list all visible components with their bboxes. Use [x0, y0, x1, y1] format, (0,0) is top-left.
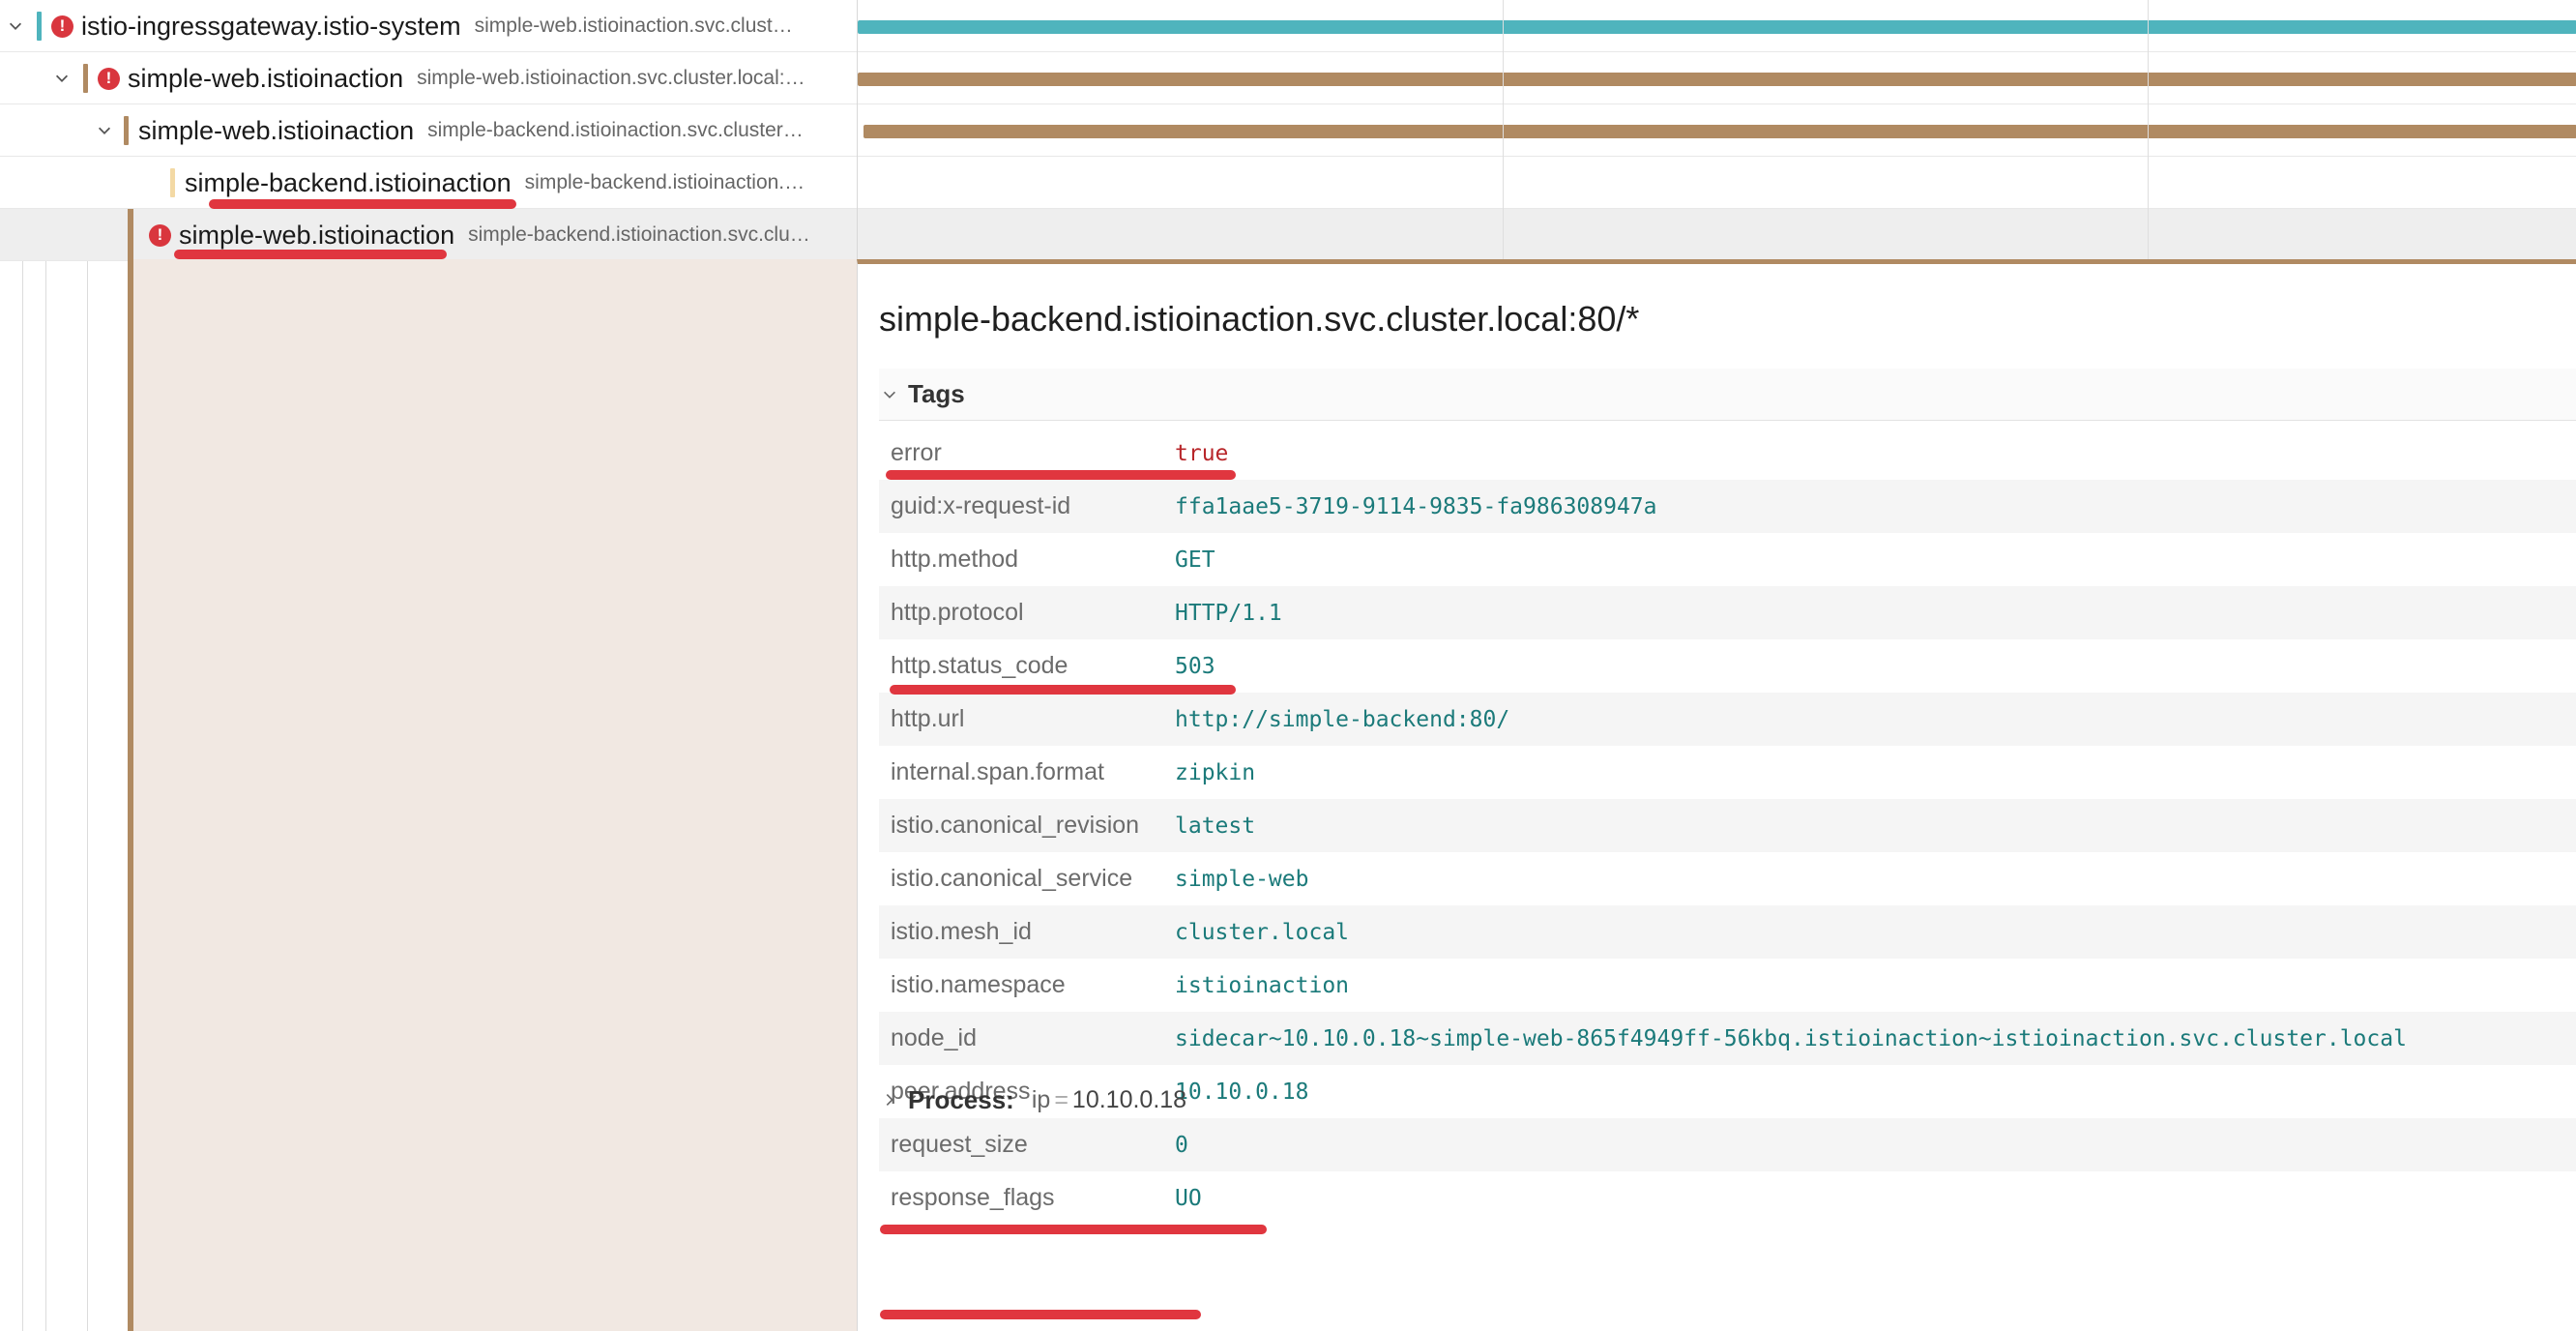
- tags-label: Tags: [908, 379, 965, 408]
- tag-row: http.protocol HTTP/1.1: [879, 586, 2576, 639]
- process-summary: ip = 10.10.0.18: [1032, 1086, 1186, 1114]
- service-color-bar: [170, 168, 175, 197]
- tag-row: http.url http://simple-backend:80/: [879, 693, 2576, 746]
- timeline-row-selected[interactable]: [858, 209, 2576, 261]
- chevron-down-icon[interactable]: [50, 67, 73, 90]
- annotation-underline: [886, 470, 1236, 480]
- tag-key: http.method: [891, 546, 1019, 573]
- tag-value: true: [1175, 440, 1229, 466]
- span-operation-name: simple-backend.istioinaction.svc.clu…: [468, 223, 810, 246]
- service-color-bar: [37, 12, 42, 41]
- tag-row: istio.namespace istioinaction: [879, 959, 2576, 1012]
- timeline-gridline: [2148, 0, 2149, 259]
- tag-value: GET: [1175, 547, 1215, 573]
- annotation-underline: [890, 685, 1236, 695]
- span-duration-bar[interactable]: [858, 73, 2576, 86]
- span-service-name: istio-ingressgateway.istio-system: [81, 11, 461, 41]
- tag-key: node_id: [891, 1024, 977, 1051]
- tag-row: istio.canonical_revision latest: [879, 799, 2576, 852]
- timeline-gridline: [1503, 0, 1504, 259]
- span-row[interactable]: ! simple-web.istioinaction simple-web.is…: [0, 52, 857, 104]
- process-label: Process:: [908, 1084, 1014, 1114]
- timeline-row[interactable]: [858, 157, 2576, 209]
- tag-key: error: [891, 439, 942, 466]
- process-key: ip: [1031, 1085, 1051, 1113]
- tag-key: http.url: [891, 705, 965, 732]
- tag-value: latest: [1175, 813, 1256, 839]
- annotation-underline: [880, 1225, 1267, 1234]
- tag-value: sidecar~10.10.0.18~simple-web-865f4949ff…: [1175, 1025, 2407, 1051]
- timeline-row[interactable]: [858, 104, 2576, 157]
- span-duration-bar[interactable]: [858, 20, 2576, 34]
- timeline-row[interactable]: [858, 0, 2576, 52]
- span-service-name: simple-backend.istioinaction: [185, 167, 512, 197]
- service-color-bar: [124, 116, 129, 145]
- span-duration-bar[interactable]: [864, 125, 2576, 138]
- timeline-row[interactable]: [858, 52, 2576, 104]
- process-section-toggle[interactable]: Process: ip = 10.10.0.18: [879, 1075, 1186, 1125]
- tag-key: istio.canonical_service: [891, 865, 1133, 892]
- tag-key: http.protocol: [891, 599, 1024, 626]
- span-row[interactable]: simple-web.istioinaction simple-backend.…: [0, 104, 857, 157]
- span-detail-title: simple-backend.istioinaction.svc.cluster…: [879, 299, 1640, 339]
- tag-key: istio.mesh_id: [891, 918, 1032, 945]
- span-service-name: simple-web.istioinaction: [128, 63, 404, 93]
- tag-key: guid:x-request-id: [891, 492, 1071, 519]
- span-operation-name: simple-backend.istioinaction.svc.cluster…: [427, 119, 804, 141]
- annotation-underline: [209, 199, 516, 209]
- annotation-underline: [174, 250, 447, 259]
- tag-value: http://simple-backend:80/: [1175, 706, 1510, 732]
- span-service-name: simple-web.istioinaction: [138, 115, 415, 145]
- span-timeline: [857, 0, 2576, 261]
- annotation-underline: [880, 1310, 1201, 1319]
- error-icon: !: [51, 15, 73, 38]
- tag-row: istio.canonical_service simple-web: [879, 852, 2576, 905]
- tag-key: istio.namespace: [891, 971, 1066, 998]
- tag-row: guid:x-request-id ffa1aae5-3719-9114-9835…: [879, 480, 2576, 533]
- tag-row: request_size 0: [879, 1118, 2576, 1171]
- span-operation-name: simple-web.istioinaction.svc.clust…: [474, 15, 793, 37]
- chevron-down-icon[interactable]: [4, 15, 27, 38]
- process-value: 10.10.0.18: [1071, 1085, 1187, 1113]
- tag-key: response_flags: [891, 1184, 1055, 1211]
- tag-key: istio.canonical_revision: [891, 812, 1140, 839]
- span-operation-name: simple-web.istioinaction.svc.cluster.loc…: [417, 67, 805, 89]
- tag-key: internal.span.format: [891, 758, 1104, 785]
- detail-indent-area: [128, 259, 857, 1331]
- tag-row: istio.mesh_id cluster.local: [879, 905, 2576, 959]
- error-icon: !: [149, 223, 171, 247]
- tag-value: simple-web: [1175, 866, 1309, 892]
- tag-row: node_id sidecar~10.10.0.18~simple-web-865…: [879, 1012, 2576, 1065]
- tag-row: response_flags UO: [879, 1171, 2576, 1225]
- tag-row: internal.span.format zipkin: [879, 746, 2576, 799]
- tag-key: request_size: [891, 1131, 1028, 1158]
- chevron-down-icon[interactable]: [93, 119, 116, 142]
- span-detail-panel: simple-backend.istioinaction.svc.cluster…: [857, 259, 2576, 1331]
- span-service-name: simple-web.istioinaction: [179, 220, 455, 250]
- tag-value: 0: [1175, 1132, 1188, 1158]
- tag-value: zipkin: [1175, 759, 1256, 785]
- tag-value: istioinaction: [1175, 972, 1350, 998]
- chevron-right-icon: [879, 1089, 900, 1110]
- tag-value: ffa1aae5-3719-9114-9835-fa986308947a: [1175, 493, 1657, 519]
- tags-section-toggle[interactable]: Tags: [879, 369, 2576, 421]
- tag-value: 503: [1175, 653, 1215, 679]
- tag-value: UO: [1175, 1185, 1202, 1211]
- service-color-bar: [83, 64, 88, 93]
- tag-value: HTTP/1.1: [1175, 600, 1282, 626]
- span-operation-name: simple-backend.istioinaction.…: [524, 171, 805, 193]
- tag-value: cluster.local: [1175, 919, 1350, 945]
- error-icon: !: [98, 67, 120, 90]
- tag-key: http.status_code: [891, 652, 1068, 679]
- tag-value: 10.10.0.18: [1175, 1079, 1309, 1105]
- tag-row: http.method GET: [879, 533, 2576, 586]
- process-equals: =: [1054, 1085, 1068, 1113]
- span-row[interactable]: ! istio-ingressgateway.istio-system simp…: [0, 0, 857, 52]
- chevron-down-icon: [879, 384, 900, 405]
